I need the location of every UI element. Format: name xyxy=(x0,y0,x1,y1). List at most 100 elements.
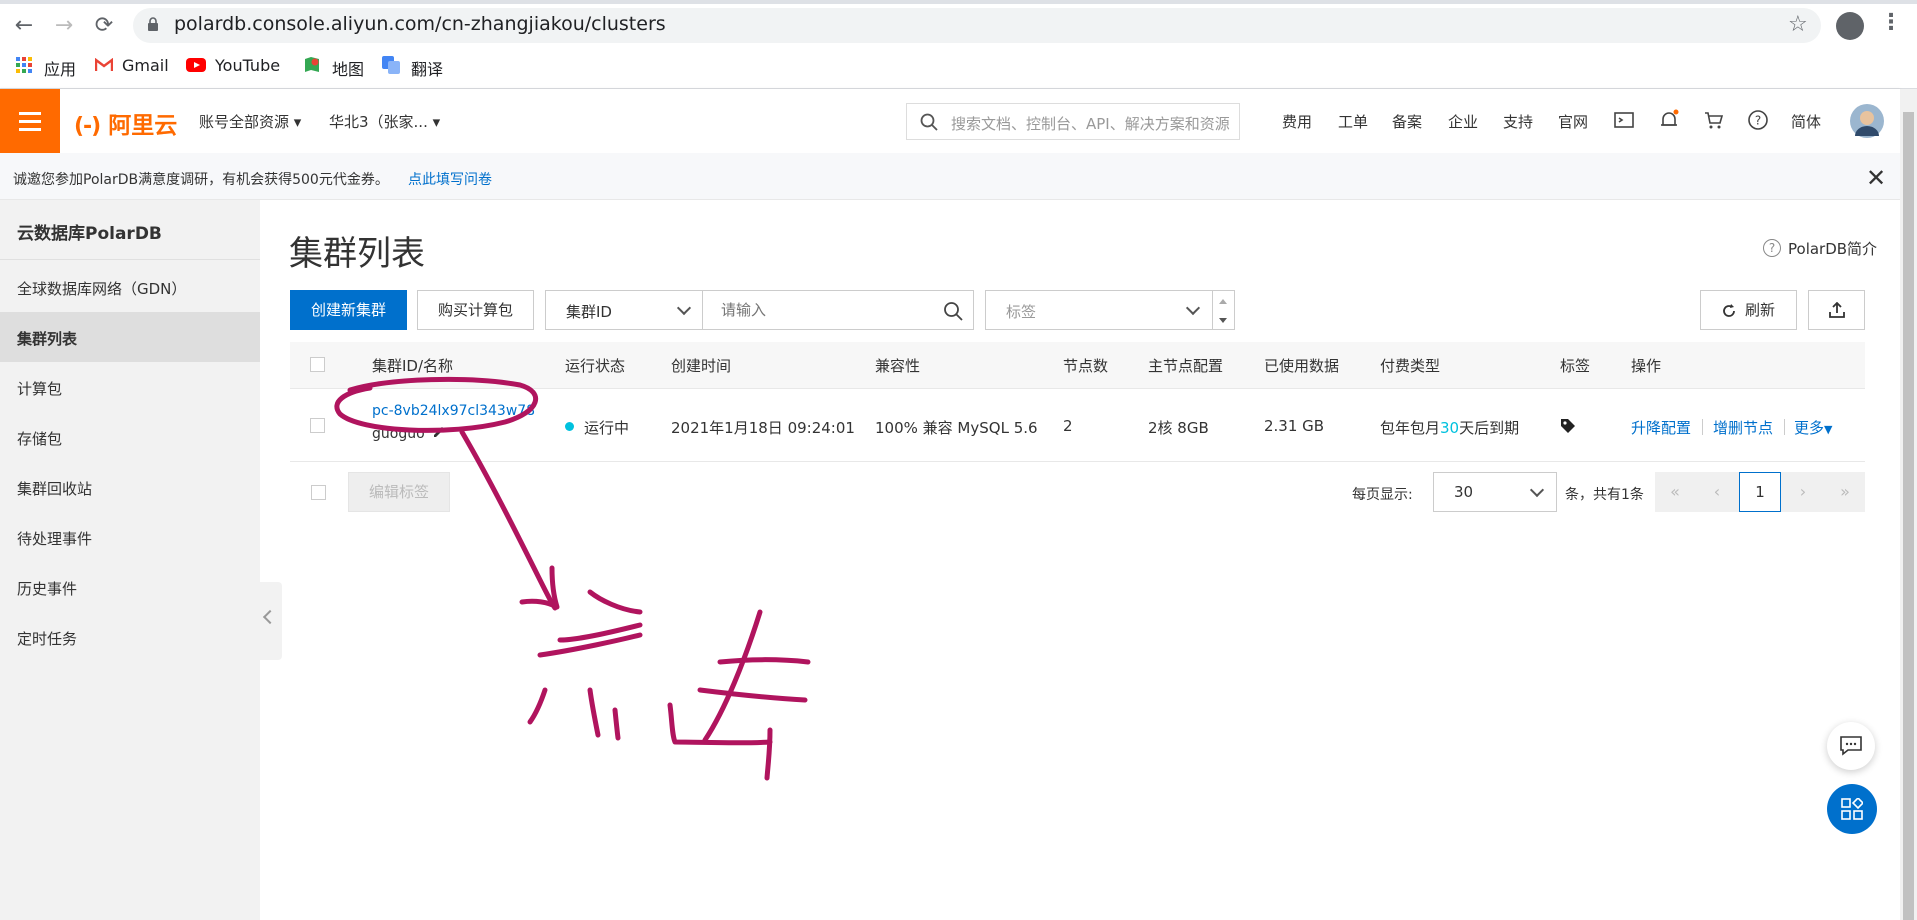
sidebar-collapse-handle[interactable] xyxy=(260,582,282,660)
sidebar-item-label: 集群列表 xyxy=(17,330,78,348)
sidebar-item-history-events[interactable]: 历史事件 xyxy=(0,562,260,612)
resize-config-link[interactable]: 升降配置 xyxy=(1631,417,1691,438)
back-icon[interactable]: ← xyxy=(10,12,38,40)
tag-filter-placeholder: 标签 xyxy=(1006,303,1037,321)
bookmark-star-icon[interactable]: ☆ xyxy=(1788,12,1808,37)
edit-tags-button[interactable]: 编辑标签 xyxy=(348,472,450,512)
bookmark-apps[interactable]: 应用 xyxy=(44,56,76,80)
sidebar-item-storage-package[interactable]: 存储包 xyxy=(0,412,260,462)
export-icon xyxy=(1829,302,1845,318)
cluster-search-input[interactable] xyxy=(702,290,974,330)
export-button[interactable] xyxy=(1808,290,1865,330)
forward-icon[interactable]: → xyxy=(50,12,78,40)
region-selector[interactable]: 华北3（张家... ▾ xyxy=(329,111,440,132)
column-header-tags: 标签 xyxy=(1560,357,1591,375)
page-size-value: 30 xyxy=(1454,483,1474,501)
column-header-nodes: 节点数 xyxy=(1063,357,1109,375)
bookmark-translate[interactable]: 翻译 xyxy=(411,56,443,80)
reload-icon[interactable]: ⟳ xyxy=(90,12,118,40)
more-actions-link[interactable]: 更多▼ xyxy=(1794,417,1832,438)
last-page-icon[interactable]: » xyxy=(1825,472,1865,512)
cart-icon[interactable] xyxy=(1702,108,1726,132)
refresh-label: 刷新 xyxy=(1745,301,1776,319)
cluster-billing: 包年包月30天后到期 xyxy=(1380,419,1520,437)
cluster-used-data: 2.31 GB xyxy=(1264,417,1325,435)
column-header-id[interactable]: 集群ID/名称 xyxy=(372,355,453,376)
column-header-spec: 主节点配置 xyxy=(1148,357,1224,375)
tag-filter-stepper[interactable] xyxy=(1213,290,1235,330)
search-field-value: 集群ID xyxy=(566,303,612,321)
tag-filter-select[interactable]: 标签 xyxy=(985,290,1213,330)
current-page[interactable]: 1 xyxy=(1739,472,1781,512)
chat-button[interactable] xyxy=(1827,722,1875,770)
language-switch[interactable]: 简体 xyxy=(1791,111,1821,132)
refresh-button[interactable]: 刷新 xyxy=(1700,290,1797,330)
header-link-official[interactable]: 官网 xyxy=(1558,111,1588,132)
close-icon[interactable]: ✕ xyxy=(1866,164,1886,192)
apps-grid-icon xyxy=(16,57,32,73)
cluster-search-field[interactable] xyxy=(721,299,921,321)
column-header-status: 运行状态 xyxy=(565,357,626,375)
next-page-icon[interactable]: › xyxy=(1783,472,1823,512)
global-search-input[interactable]: 搜索文档、控制台、API、解决方案和资源 xyxy=(906,103,1240,140)
survey-link[interactable]: 点此填写问卷 xyxy=(408,169,492,189)
header-link-tickets[interactable]: 工单 xyxy=(1338,111,1368,132)
sidebar-item-recycle-bin[interactable]: 集群回收站 xyxy=(0,462,260,512)
url-text: polardb.console.aliyun.com/cn-zhangjiako… xyxy=(174,13,666,35)
sidebar-item-cluster-list[interactable]: 集群列表 xyxy=(0,312,260,362)
op-separator xyxy=(1702,419,1703,435)
edit-pencil-icon[interactable] xyxy=(432,423,447,438)
notification-bell-icon[interactable] xyxy=(1657,108,1681,132)
sidebar-item-pending-events[interactable]: 待处理事件 xyxy=(0,512,260,562)
sidebar-item-compute-package[interactable]: 计算包 xyxy=(0,362,260,412)
user-avatar[interactable] xyxy=(1850,104,1884,138)
refresh-icon xyxy=(1723,304,1735,317)
search-field-select[interactable]: 集群ID xyxy=(545,290,703,330)
terminal-icon[interactable] xyxy=(1612,108,1636,132)
quick-apps-button[interactable] xyxy=(1827,784,1877,834)
prev-page-icon[interactable]: ‹ xyxy=(1697,472,1737,512)
header-link-fees[interactable]: 费用 xyxy=(1282,111,1312,132)
cluster-created: 2021年1月18日 09:24:01 xyxy=(671,419,855,437)
page-title: 集群列表 xyxy=(289,234,425,274)
lock-icon xyxy=(148,17,158,31)
sidebar-item-label: 全球数据库网络（GDN） xyxy=(17,280,187,298)
table-row xyxy=(290,389,1865,462)
column-header-billing: 付费类型 xyxy=(1380,357,1441,375)
profile-avatar-icon[interactable] xyxy=(1836,12,1864,40)
page-size-select[interactable]: 30 xyxy=(1433,472,1557,512)
first-page-icon[interactable]: « xyxy=(1655,472,1695,512)
browser-menu-icon[interactable]: ⋮ xyxy=(1880,10,1902,35)
cluster-id-link[interactable]: pc-8vb24lx97cl343w78 xyxy=(372,403,535,419)
aliyun-logo[interactable]: (-) 阿里云 xyxy=(74,106,177,139)
sidebar-title: 云数据库PolarDB xyxy=(17,224,162,244)
tag-icon[interactable] xyxy=(1560,418,1576,434)
resource-selector[interactable]: 账号全部资源 ▾ xyxy=(199,111,301,132)
bookmark-gmail[interactable]: Gmail xyxy=(122,56,169,75)
chevron-left-icon xyxy=(262,609,278,625)
translate-icon xyxy=(382,56,400,74)
bookmark-youtube[interactable]: YouTube xyxy=(215,56,280,75)
add-remove-nodes-link[interactable]: 增删节点 xyxy=(1713,417,1773,438)
menu-hamburger-icon[interactable] xyxy=(0,89,60,153)
sidebar-item-label: 待处理事件 xyxy=(17,530,93,548)
header-link-support[interactable]: 支持 xyxy=(1503,111,1533,132)
scrollbar-thumb[interactable] xyxy=(1903,112,1914,920)
sidebar-item-gdn[interactable]: 全球数据库网络（GDN） xyxy=(0,262,260,312)
header-link-icp[interactable]: 备案 xyxy=(1392,111,1422,132)
sidebar-item-scheduled-tasks[interactable]: 定时任务 xyxy=(0,612,260,662)
buy-compute-package-button[interactable]: 购买计算包 xyxy=(417,290,534,330)
help-icon[interactable]: ? xyxy=(1746,108,1770,132)
search-icon[interactable] xyxy=(943,301,963,321)
footer-select-checkbox[interactable] xyxy=(311,485,326,500)
sidebar-divider xyxy=(0,259,260,260)
select-all-checkbox[interactable] xyxy=(310,357,325,372)
row-checkbox[interactable] xyxy=(310,418,325,433)
sidebar-item-label: 历史事件 xyxy=(17,580,78,598)
tab-strip-edge xyxy=(0,0,1917,4)
bookmark-maps[interactable]: 地图 xyxy=(332,56,364,80)
polardb-intro-link[interactable]: PolarDB简介 xyxy=(1788,238,1877,259)
apps-icon xyxy=(1841,798,1863,820)
create-cluster-button[interactable]: 创建新集群 xyxy=(290,290,407,330)
header-link-enterprise[interactable]: 企业 xyxy=(1448,111,1478,132)
